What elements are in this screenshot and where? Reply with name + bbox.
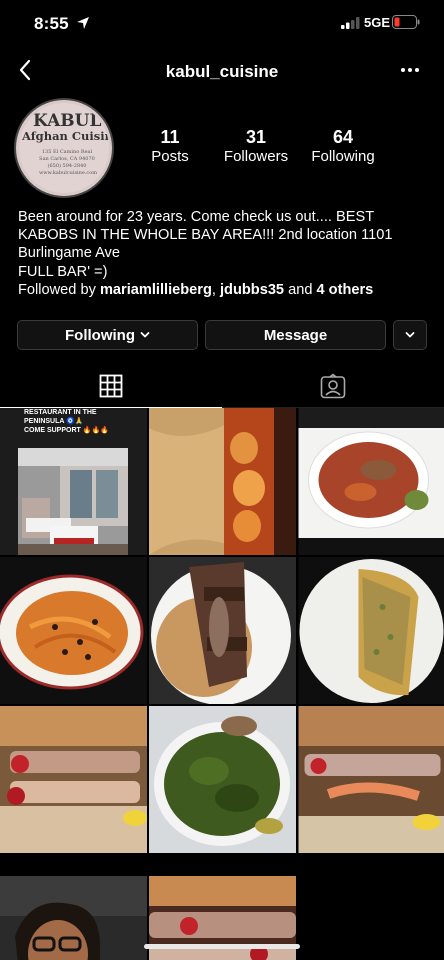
kabob-platter-photo <box>0 706 147 853</box>
profile-header: kabul_cuisine <box>0 52 444 90</box>
post-thumbnail-carrot-rice[interactable] <box>0 557 147 704</box>
selfie-photo <box>0 876 147 960</box>
stat-following[interactable]: 64 Following <box>308 126 378 166</box>
post-thumbnail-steak-rice[interactable] <box>149 557 296 704</box>
grid-icon <box>99 374 123 397</box>
profile-handle: kabul_cuisine <box>165 62 279 81</box>
tagged-icon <box>320 372 346 398</box>
followed-by-line[interactable]: Followed by mariamlillieberg, jdubbs35 a… <box>18 281 428 299</box>
stat-posts[interactable]: 11 Posts <box>140 126 200 166</box>
followers-label: Followers <box>223 148 289 165</box>
post-thumbnail-baklava[interactable] <box>298 557 444 704</box>
profile-actions: Following Message <box>17 320 427 350</box>
logo-address: 135 El Camino Real San Carlos, CA 94070 … <box>39 149 97 176</box>
post-thumbnail-kabob-platter[interactable] <box>0 706 147 853</box>
suggested-accounts-button[interactable] <box>393 320 427 350</box>
post-thumbnail-kabob-rice[interactable] <box>149 408 296 555</box>
caption-line-1: RESTAURANT IN THE <box>24 409 97 416</box>
tab-posts-grid[interactable] <box>0 364 222 408</box>
following-button-label: Following <box>65 326 135 344</box>
followed-separator: , <box>211 281 220 298</box>
stat-followers[interactable]: 31 Followers <box>220 126 292 166</box>
following-button[interactable]: Following <box>17 320 198 350</box>
status-bar: 8:55 5GE <box>0 0 444 48</box>
shrimp-kabob-photo <box>298 706 444 853</box>
post-thumbnail-spinach[interactable] <box>149 706 296 853</box>
avatar-logo-image: KABUL Afghan Cuisine 135 El Camino Real … <box>19 103 109 193</box>
chevron-down-icon <box>140 332 150 338</box>
bio-text: Been around for 23 years. Come check us … <box>18 209 393 280</box>
carrot-rice-photo <box>0 557 147 704</box>
followed-others[interactable]: 4 others <box>317 282 374 298</box>
signal-icon <box>341 17 360 29</box>
followed-user-1[interactable]: mariamlillieberg <box>100 282 212 298</box>
stew-dish-photo <box>298 408 444 555</box>
profile-stats: 11 Posts 31 Followers 64 Following <box>140 126 440 170</box>
steak-rice-photo <box>149 557 296 704</box>
followers-count: 31 <box>245 127 267 147</box>
post-thumbnail-restaurant[interactable]: RESTAURANT IN THE PENINSULA 🧿🙏 COME SUPP… <box>0 408 147 555</box>
post-thumbnail-stew[interactable] <box>298 408 444 555</box>
posts-grid: RESTAURANT IN THE PENINSULA 🧿🙏 COME SUPP… <box>0 408 444 960</box>
spinach-dish-photo <box>149 706 296 853</box>
followed-prefix: Followed by <box>18 281 100 298</box>
post-thumbnail-shrimp-kabob[interactable] <box>298 706 444 853</box>
posts-label: Posts <box>151 148 189 165</box>
chevron-down-icon <box>405 332 415 338</box>
more-options-icon[interactable] <box>400 66 420 74</box>
posts-count: 11 <box>160 127 180 147</box>
logo-subtitle: Afghan Cuisine <box>22 129 109 143</box>
post-caption: RESTAURANT IN THE PENINSULA 🧿🙏 COME SUPP… <box>24 408 124 435</box>
profile-bio: Been around for 23 years. Come check us … <box>18 208 428 299</box>
status-time: 8:55 <box>34 14 69 33</box>
logo-title: KABUL <box>33 111 102 131</box>
post-thumbnail-selfie[interactable] <box>0 855 147 960</box>
home-indicator[interactable] <box>144 944 300 949</box>
caption-line-2: PENINSULA 🧿🙏 <box>24 418 84 425</box>
profile-avatar[interactable]: KABUL Afghan Cuisine 135 El Camino Real … <box>14 98 114 198</box>
followed-and: and <box>284 281 317 298</box>
message-button[interactable]: Message <box>205 320 386 350</box>
profile-tabs <box>0 364 444 408</box>
network-type: 5GE <box>364 15 391 30</box>
baklava-photo <box>298 557 444 704</box>
caption-line-3: COME SUPPORT 🔥🔥🔥 <box>24 427 109 434</box>
empty-grid-slot <box>298 855 444 960</box>
following-count: 64 <box>332 127 354 147</box>
battery-icon <box>392 15 420 29</box>
message-button-label: Message <box>263 326 328 344</box>
following-label: Following <box>311 148 375 165</box>
location-arrow-icon <box>77 17 89 29</box>
followed-user-2[interactable]: jdubbs35 <box>220 282 284 298</box>
tab-tagged[interactable] <box>222 364 444 408</box>
kabob-rice-photo <box>149 408 296 555</box>
